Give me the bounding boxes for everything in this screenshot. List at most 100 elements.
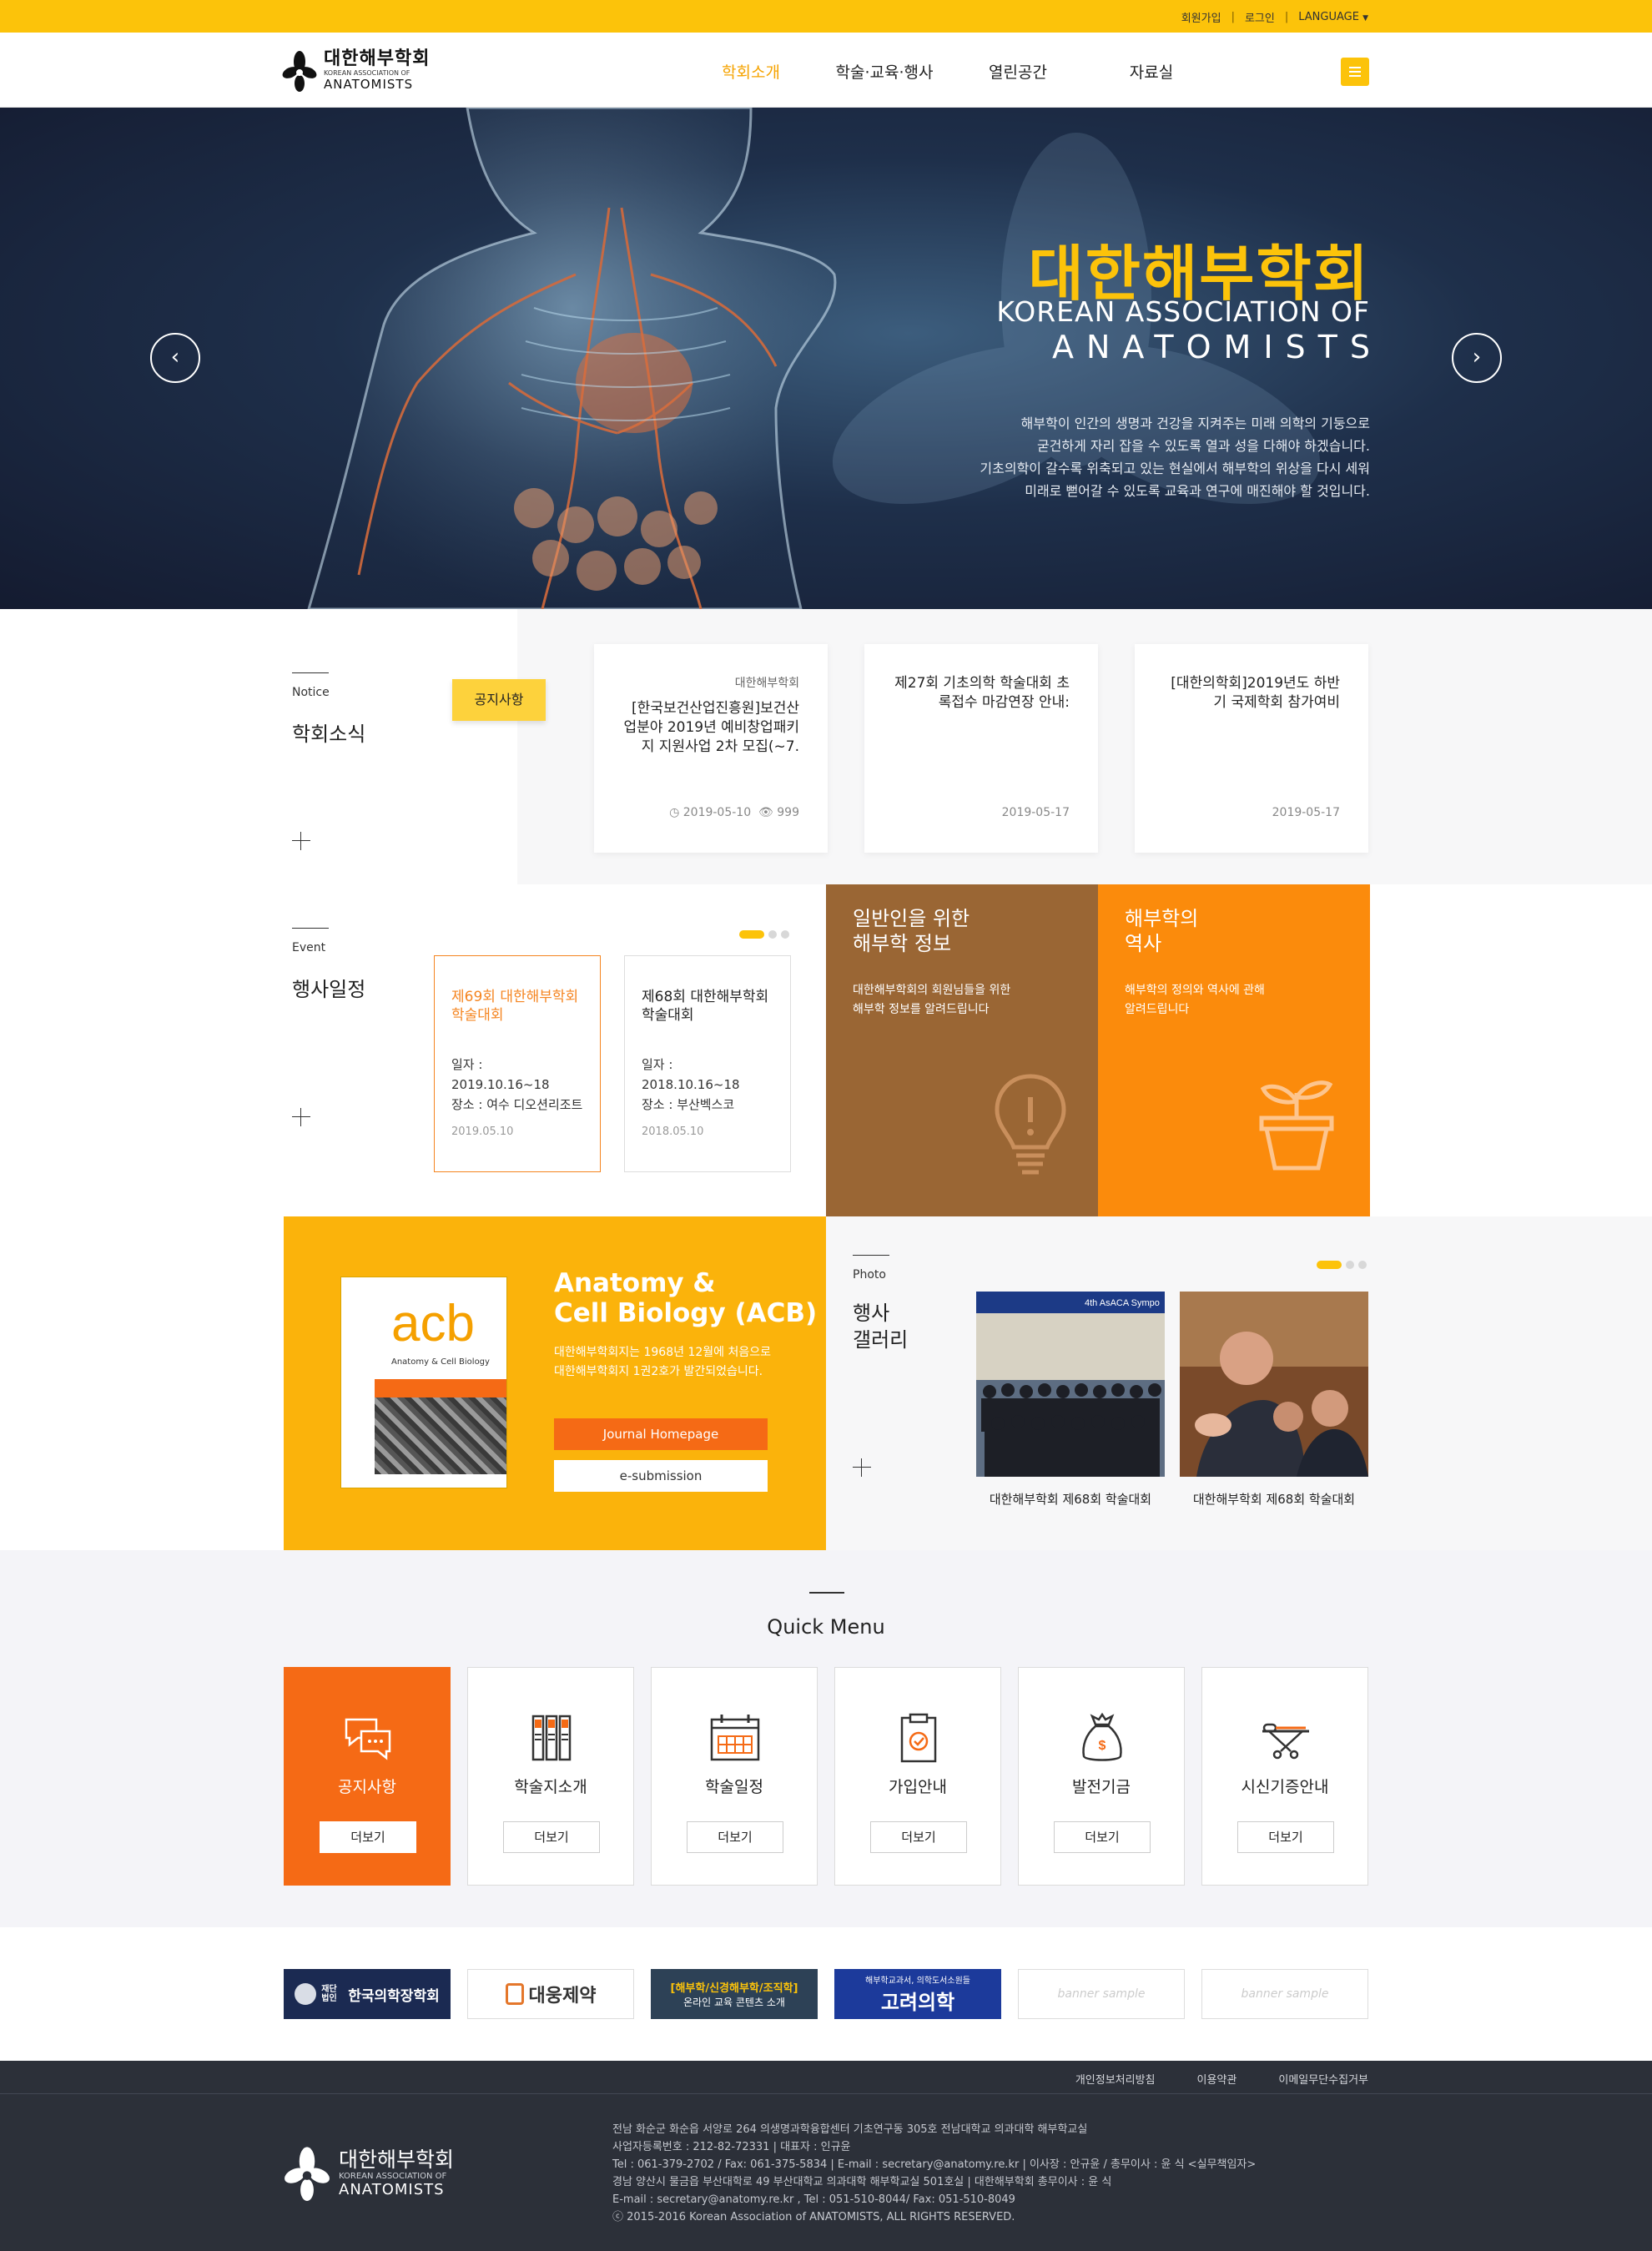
language-dropdown[interactable]: LANGUAGE ▼ bbox=[1298, 11, 1368, 23]
photo-more-plus-icon[interactable] bbox=[853, 1458, 871, 1477]
association-logo-icon bbox=[282, 50, 317, 92]
photo-gallery-section: Photo 행사 갤러리 4th AsACA Sympo 대한해부학회 제68회… bbox=[826, 1216, 1652, 1550]
notice-section: Notice 학회소식 공지사항 대한해부학회 [한국보건산업진흥원]보건산업분… bbox=[0, 609, 1652, 884]
notice-card-date: 2019-05-10 bbox=[682, 806, 752, 819]
quick-card-more-button[interactable]: 더보기 bbox=[1054, 1821, 1151, 1853]
chevron-left-icon: ‹ bbox=[170, 345, 180, 370]
quick-card-membership[interactable]: 가입안내 더보기 bbox=[834, 1667, 1001, 1886]
event-card[interactable]: 제68회 대한해부학회 학술대회 일자 : 2018.10.16~18 장소 :… bbox=[624, 955, 791, 1172]
seal-icon bbox=[295, 1983, 317, 2005]
quick-card-more-button[interactable]: 더보기 bbox=[320, 1821, 416, 1853]
quick-card-donation[interactable]: 시신기증안내 더보기 bbox=[1201, 1667, 1368, 1886]
hero-prev-button[interactable]: ‹ bbox=[150, 333, 200, 383]
notice-tag-button[interactable]: 공지사항 bbox=[452, 679, 546, 721]
language-label: LANGUAGE bbox=[1298, 11, 1359, 23]
association-logo-icon bbox=[285, 2147, 330, 2201]
event-pagination bbox=[739, 930, 789, 939]
separator: | bbox=[1284, 11, 1289, 23]
info-box-title: 일반인을 위한 해부학 정보 bbox=[853, 906, 1071, 956]
footer-info-line: 경남 양산시 물금읍 부산대학로 49 부산대학교 의과대학 해부학교실 501… bbox=[612, 2176, 1112, 2188]
info-box-history[interactable]: 해부학의 역사 해부학의 정의와 역사에 관해 알려드립니다 bbox=[1098, 884, 1370, 1216]
notice-card[interactable]: 제27회 기초의학 학술대회 초록접수 마감연장 안내: 2019-05-17 bbox=[864, 644, 1098, 853]
chevron-right-icon: › bbox=[1472, 345, 1482, 370]
banner-sample[interactable]: banner sample bbox=[1201, 1969, 1368, 2019]
banner-text: 고려의학 bbox=[880, 1991, 955, 2014]
banner-online-education[interactable]: [해부학/신경해부학/조직학] 온라인 교육 콘텐츠 소개 bbox=[651, 1969, 818, 2019]
nav-archive[interactable]: 자료실 bbox=[1085, 60, 1218, 83]
footer-info-line: Tel : 061-379-2702 / Fax: 061-375-5834 |… bbox=[612, 2158, 1257, 2171]
photo-title: 행사 갤러리 bbox=[853, 1302, 909, 1352]
e-submission-button[interactable]: e-submission bbox=[554, 1460, 768, 1492]
notice-card[interactable]: [대한의학회]2019년도 하반기 국제학회 참가여비 2019-05-17 bbox=[1135, 644, 1368, 853]
banner-text: 한국의학장학회 bbox=[348, 1987, 440, 2005]
login-link[interactable]: 로그인 bbox=[1245, 9, 1275, 25]
info-box-general[interactable]: 일반인을 위한 해부학 정보 대한해부학회의 회원님들을 위한 해부학 정보를 … bbox=[826, 884, 1098, 1216]
info-box-subtitle-text: 대한해부학회의 회원님들을 위한 해부학 정보를 알려드립니다 bbox=[853, 984, 1011, 1016]
quick-card-schedule[interactable]: 학술일정 더보기 bbox=[651, 1667, 818, 1886]
banner-korea-medicine[interactable]: 해부학교과서, 의학도서소원들 고려의학 bbox=[834, 1969, 1001, 2019]
terms-link[interactable]: 이용약관 bbox=[1197, 2071, 1237, 2087]
page-dot[interactable] bbox=[768, 930, 777, 939]
speech-bubbles-icon bbox=[345, 1718, 391, 1760]
quick-card-label: 학술지소개 bbox=[514, 1778, 587, 1796]
journal-homepage-button[interactable]: Journal Homepage bbox=[554, 1418, 768, 1450]
quick-card-notice[interactable]: 공지사항 더보기 bbox=[284, 1667, 451, 1886]
event-card[interactable]: 제69회 대한해부학회 학술대회 일자 : 2019.10.16~18 장소 :… bbox=[434, 955, 601, 1172]
page-dot[interactable] bbox=[1317, 1261, 1342, 1269]
quick-card-more-button[interactable]: 더보기 bbox=[1237, 1821, 1334, 1853]
footer-info-line: ⓒ 2015-2016 Korean Association of ANATOM… bbox=[612, 2211, 1015, 2223]
quick-card-more-button[interactable]: 더보기 bbox=[503, 1821, 600, 1853]
hamburger-menu-button[interactable] bbox=[1341, 58, 1369, 86]
notice-card[interactable]: 대한해부학회 [한국보건산업진흥원]보건산업분야 2019년 예비창업패키지 지… bbox=[594, 644, 828, 853]
nav-academic[interactable]: 학술·교육·행사 bbox=[818, 60, 951, 83]
hero-next-button[interactable]: › bbox=[1452, 333, 1502, 383]
page-dot[interactable] bbox=[1358, 1261, 1367, 1269]
quick-card-label: 시신기증안내 bbox=[1241, 1778, 1329, 1796]
banner-daewoong[interactable]: 대웅제약 bbox=[467, 1969, 634, 2019]
footer-logo-korean: 대한해부학회 bbox=[339, 2148, 455, 2172]
notice-card-title: 제27회 기초의학 학술대회 초록접수 마감연장 안내: bbox=[894, 675, 1070, 711]
quick-card-label: 공지사항 bbox=[338, 1778, 396, 1796]
nav-community[interactable]: 열린공간 bbox=[951, 60, 1085, 83]
page-dot[interactable] bbox=[781, 930, 789, 939]
hero-description: 해부학이 인간의 생명과 건강을 지켜주는 미래 의학의 기둥으로 굳건하게 자… bbox=[853, 412, 1370, 502]
journal-cover-band bbox=[375, 1379, 506, 1397]
banner-text: 대웅제약 bbox=[528, 1986, 597, 2007]
event-label: Event bbox=[292, 928, 330, 954]
journal-cover-image[interactable]: acb Anatomy & Cell Biology bbox=[340, 1277, 507, 1488]
site-logo[interactable]: 대한해부학회 KOREAN ASSOCIATION OF ANATOMISTS bbox=[282, 49, 430, 92]
hamburger-line bbox=[1349, 67, 1361, 68]
footer-logo[interactable]: 대한해부학회 KOREAN ASSOCIATION OF ANATOMISTS bbox=[282, 2146, 454, 2201]
info-box-title-text: 일반인을 위한 해부학 정보 bbox=[853, 907, 970, 955]
gallery-photo[interactable]: 4th AsACA Sympo bbox=[976, 1292, 1165, 1477]
email-refusal-link[interactable]: 이메일무단수집거부 bbox=[1278, 2071, 1368, 2087]
join-link[interactable]: 회원가입 bbox=[1181, 9, 1221, 25]
event-more-plus-icon[interactable] bbox=[292, 1108, 310, 1126]
quick-card-more-button[interactable]: 더보기 bbox=[687, 1821, 783, 1853]
info-box-subtitle: 해부학의 정의와 역사에 관해 알려드립니다 bbox=[1125, 981, 1343, 1020]
portrait-photo-image bbox=[1180, 1292, 1368, 1477]
banner-sample[interactable]: banner sample bbox=[1018, 1969, 1185, 2019]
page-dot[interactable] bbox=[1346, 1261, 1354, 1269]
privacy-policy-link[interactable]: 개인정보처리방침 bbox=[1075, 2071, 1156, 2087]
nav-about[interactable]: 학회소개 bbox=[684, 60, 818, 83]
separator: | bbox=[1231, 11, 1235, 23]
money-bag-icon: $ bbox=[1082, 1712, 1122, 1761]
quick-card-journal[interactable]: 학술지소개 더보기 bbox=[467, 1667, 634, 1886]
banner-scholarship[interactable]: 재단법인 한국의학장학회 bbox=[284, 1969, 451, 2019]
footer-info-line: 전남 화순군 화순읍 서양로 264 의생명과학융합센터 기초연구동 305호 … bbox=[612, 2123, 1088, 2136]
quick-card-label: 발전기금 bbox=[1072, 1778, 1131, 1796]
quick-card-fund[interactable]: $ 발전기금 더보기 bbox=[1018, 1667, 1185, 1886]
quick-card-more-button[interactable]: 더보기 bbox=[870, 1821, 967, 1853]
clock-icon: ◷ bbox=[669, 806, 680, 819]
main-navigation: 학회소개 학술·교육·행사 열린공간 자료실 bbox=[684, 60, 1218, 83]
journal-description: 대한해부학회지는 1968년 12월에 처음으로 대한해부학회지 1권2호가 발… bbox=[554, 1343, 771, 1382]
banner-text: [해부학/신경해부학/조직학] bbox=[670, 1982, 798, 1995]
notice-more-plus-icon[interactable] bbox=[292, 832, 310, 850]
footer-contact-info: 전남 화순군 화순읍 서양로 264 의생명과학융합센터 기초연구동 305호 … bbox=[612, 2121, 1256, 2226]
caret-down-icon: ▼ bbox=[1362, 14, 1368, 23]
gallery-photo[interactable] bbox=[1180, 1292, 1368, 1477]
page-dot[interactable] bbox=[739, 930, 764, 939]
journal-acb-section: acb Anatomy & Cell Biology Anatomy & Cel… bbox=[284, 1216, 826, 1550]
banner-subtext: 온라인 교육 콘텐츠 소개 bbox=[683, 1997, 785, 2008]
